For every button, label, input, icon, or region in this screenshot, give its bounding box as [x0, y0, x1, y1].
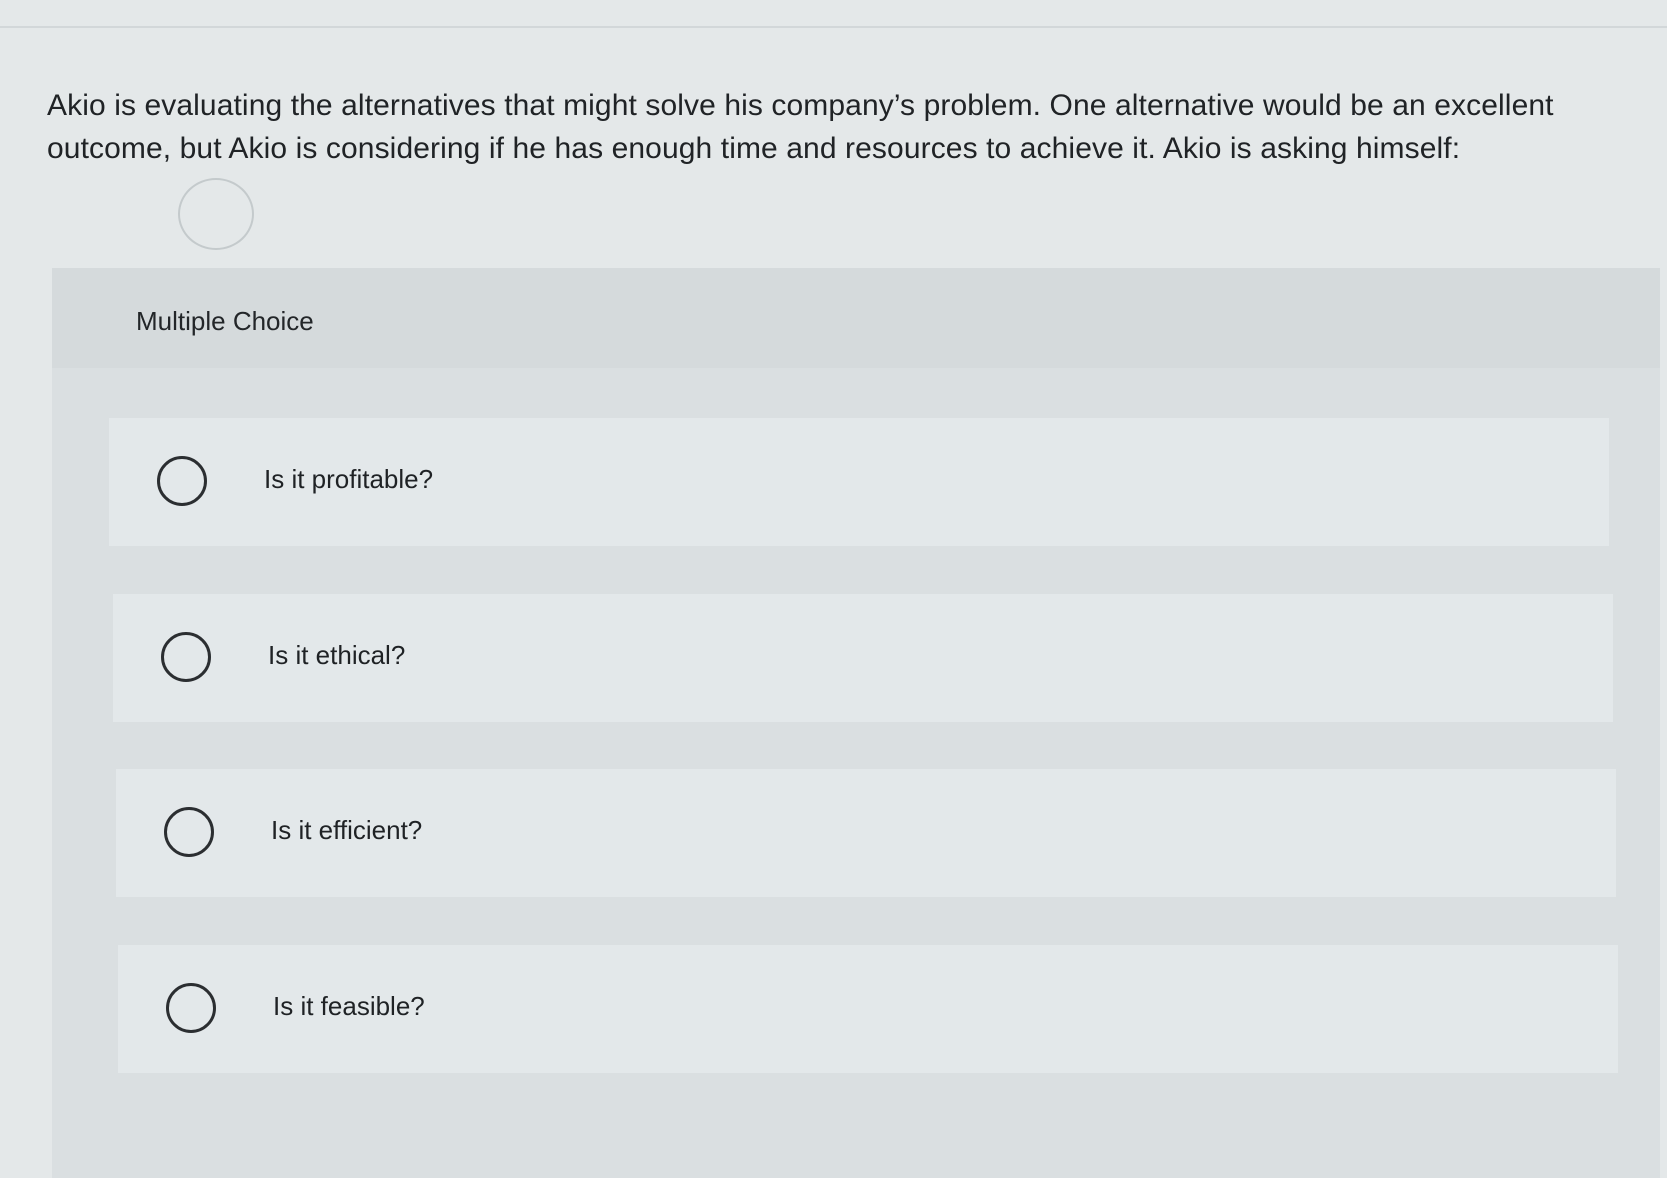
faded-radio-artifact: [178, 178, 254, 250]
panel-title: Multiple Choice: [136, 306, 314, 336]
option-feasible[interactable]: Is it feasible?: [118, 945, 1618, 1073]
option-ethical[interactable]: Is it ethical?: [113, 594, 1613, 722]
option-label: Is it efficient?: [271, 815, 423, 845]
option-label: Is it ethical?: [268, 640, 406, 670]
radio-button[interactable]: [157, 456, 207, 506]
multiple-choice-panel: Multiple Choice Is it profitable? Is it …: [52, 268, 1660, 1178]
top-divider: [0, 26, 1667, 28]
question-text: Akio is evaluating the alternatives that…: [47, 89, 1554, 165]
option-label: Is it feasible?: [273, 991, 425, 1021]
radio-button[interactable]: [166, 983, 216, 1033]
radio-button[interactable]: [161, 632, 211, 682]
option-efficient[interactable]: Is it efficient?: [116, 769, 1616, 897]
option-profitable[interactable]: Is it profitable?: [109, 418, 1609, 546]
panel-header: Multiple Choice: [52, 268, 1660, 368]
option-label: Is it profitable?: [264, 464, 434, 494]
radio-button[interactable]: [164, 807, 214, 857]
